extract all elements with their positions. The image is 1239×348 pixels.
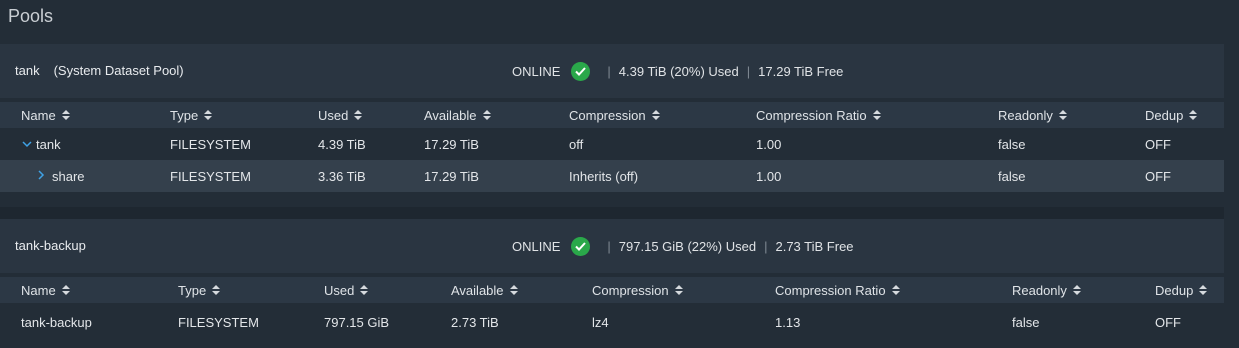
- check-circle-icon: [571, 61, 591, 81]
- column-header-name[interactable]: Name: [21, 102, 70, 128]
- pool-status: ONLINE | 4.39 TiB (20%) Used | 17.29 TiB…: [512, 44, 843, 98]
- name-cell: tank: [22, 128, 61, 160]
- table-row[interactable]: tank FILESYSTEM 4.39 TiB 17.29 TiB off 1…: [0, 128, 1224, 160]
- chevron-right-icon[interactable]: [38, 169, 52, 183]
- sort-icon[interactable]: [509, 285, 518, 295]
- type-cell: FILESYSTEM: [170, 136, 251, 152]
- chevron-down-icon[interactable]: [22, 137, 36, 151]
- readonly-cell: false: [1012, 314, 1040, 330]
- available-cell: 17.29 TiB: [424, 168, 479, 184]
- used-cell: 3.36 TiB: [318, 168, 366, 184]
- sort-icon[interactable]: [674, 285, 683, 295]
- sort-icon[interactable]: [360, 285, 369, 295]
- separator: |: [764, 238, 768, 254]
- sort-icon[interactable]: [1072, 285, 1081, 295]
- free-summary: 2.73 TiB Free: [775, 238, 854, 254]
- pool-subtitle: (System Dataset Pool): [53, 63, 184, 78]
- used-cell: 4.39 TiB: [318, 136, 366, 152]
- compression-cell: lz4: [592, 314, 609, 330]
- column-header-name[interactable]: Name: [21, 277, 70, 303]
- available-cell: 17.29 TiB: [424, 136, 479, 152]
- column-header-readonly[interactable]: Readonly: [1012, 277, 1081, 303]
- column-header-readonly[interactable]: Readonly: [998, 102, 1067, 128]
- compression-cell: Inherits (off): [569, 168, 639, 184]
- separator: |: [746, 63, 751, 79]
- sort-icon[interactable]: [354, 110, 363, 120]
- readonly-cell: false: [998, 168, 1026, 184]
- status-label: ONLINE: [512, 63, 561, 79]
- column-header-compression[interactable]: Compression: [592, 277, 683, 303]
- separator: |: [607, 238, 611, 254]
- pool-name: tank (System Dataset Pool): [15, 44, 184, 98]
- column-header-dedup[interactable]: Dedup: [1145, 102, 1198, 128]
- pool-name-label: tank: [15, 63, 40, 78]
- column-header-type[interactable]: Type: [170, 102, 213, 128]
- column-header-type[interactable]: Type: [178, 277, 221, 303]
- column-header-compression-ratio[interactable]: Compression Ratio: [756, 102, 881, 128]
- used-summary: 4.39 TiB (20%) Used: [618, 63, 739, 79]
- used-cell: 797.15 GiB: [324, 314, 390, 330]
- check-circle-icon: [571, 236, 591, 256]
- used-summary: 797.15 GiB (22%) Used: [618, 238, 757, 254]
- pool-name: tank-backup: [15, 219, 86, 273]
- status-label: ONLINE: [512, 238, 561, 254]
- sort-icon[interactable]: [212, 285, 221, 295]
- ratio-cell: 1.00: [756, 136, 782, 152]
- column-header-dedup[interactable]: Dedup: [1155, 277, 1208, 303]
- dedup-cell: OFF: [1145, 136, 1171, 152]
- dedup-cell: OFF: [1145, 168, 1171, 184]
- sort-icon[interactable]: [204, 110, 213, 120]
- pool-name-label: tank-backup: [15, 238, 86, 253]
- sort-icon[interactable]: [61, 285, 70, 295]
- table-header: Name Type Used Available Compression Com…: [0, 277, 1224, 303]
- column-header-compression-ratio[interactable]: Compression Ratio: [775, 277, 900, 303]
- available-cell: 2.73 TiB: [451, 314, 499, 330]
- name-cell: tank-backup: [21, 314, 92, 330]
- readonly-cell: false: [998, 136, 1026, 152]
- sort-icon[interactable]: [1199, 285, 1208, 295]
- type-cell: FILESYSTEM: [178, 314, 259, 330]
- dataset-table-tank-backup: Name Type Used Available Compression Com…: [0, 277, 1224, 341]
- sort-icon[interactable]: [872, 110, 881, 120]
- sort-icon[interactable]: [482, 110, 491, 120]
- name-cell: share: [38, 160, 85, 192]
- pool-header-tank: tank (System Dataset Pool) ONLINE | 4.39 …: [0, 44, 1239, 98]
- column-header-compression[interactable]: Compression: [569, 102, 660, 128]
- sort-icon[interactable]: [61, 110, 70, 120]
- pool-status: ONLINE | 797.15 GiB (22%) Used | 2.73 Ti…: [512, 219, 854, 273]
- column-header-used[interactable]: Used: [318, 102, 363, 128]
- sort-icon[interactable]: [651, 110, 660, 120]
- dataset-table-tank: Name Type Used Available Compression Com…: [0, 102, 1224, 192]
- compression-cell: off: [569, 136, 584, 152]
- sort-icon[interactable]: [1189, 110, 1198, 120]
- type-cell: FILESYSTEM: [170, 168, 251, 184]
- separator: |: [607, 63, 611, 79]
- section-divider: [0, 207, 1239, 219]
- table-row[interactable]: tank-backup FILESYSTEM 797.15 GiB 2.73 T…: [0, 303, 1224, 341]
- ratio-cell: 1.00: [756, 168, 782, 184]
- column-header-available[interactable]: Available: [451, 277, 518, 303]
- scrollbar-track[interactable]: [1224, 44, 1239, 348]
- sort-icon[interactable]: [891, 285, 900, 295]
- table-header: Name Type Used Available Compression Com…: [0, 102, 1224, 128]
- free-summary: 17.29 TiB Free: [758, 63, 844, 79]
- pool-header-tank-backup: tank-backup ONLINE | 797.15 GiB (22%) Us…: [0, 219, 1239, 273]
- sort-icon[interactable]: [1058, 110, 1067, 120]
- ratio-cell: 1.13: [775, 314, 801, 330]
- page-title: Pools: [8, 6, 54, 26]
- table-row[interactable]: share FILESYSTEM 3.36 TiB 17.29 TiB Inhe…: [0, 160, 1224, 192]
- column-header-used[interactable]: Used: [324, 277, 369, 303]
- column-header-available[interactable]: Available: [424, 102, 491, 128]
- dedup-cell: OFF: [1155, 314, 1181, 330]
